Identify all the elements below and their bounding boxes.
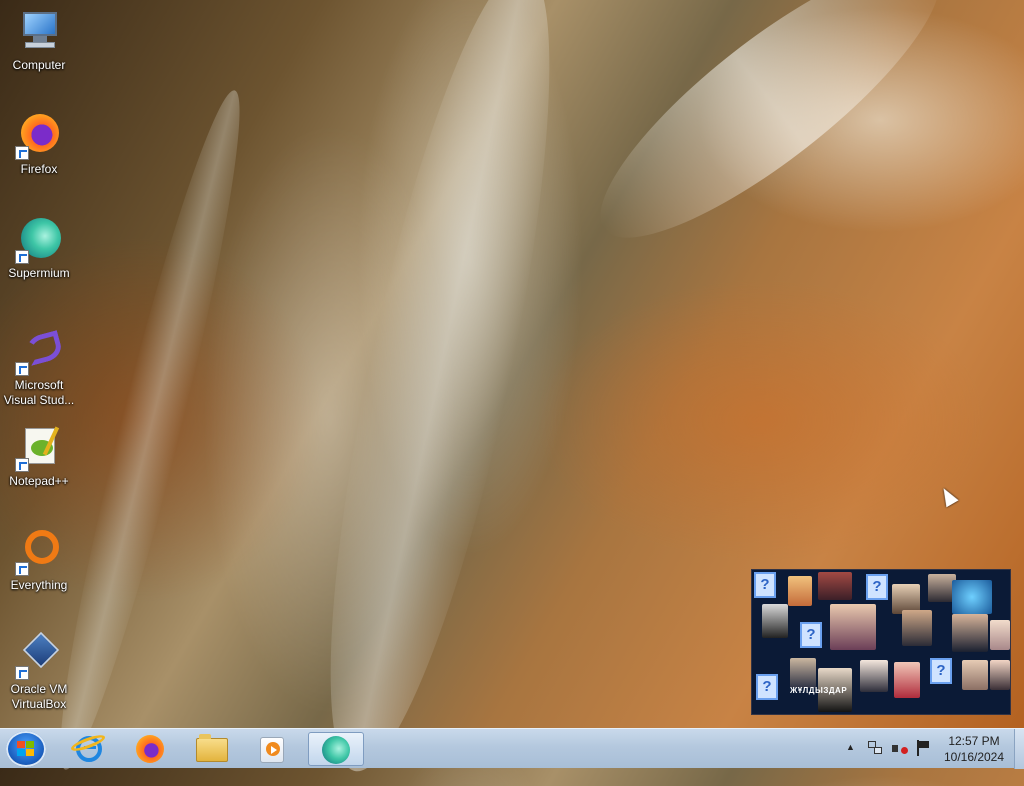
shortcut-arrow-icon <box>15 250 29 264</box>
desktop-icon-firefox[interactable]: Firefox <box>3 112 75 177</box>
missing-image-icon: ? <box>866 574 888 600</box>
preview-photo <box>990 620 1010 650</box>
desktop-icon-computer[interactable]: Computer <box>3 8 75 73</box>
everything-icon <box>15 528 63 576</box>
desktop-icon-notepadpp[interactable]: Notepad++ <box>3 424 75 489</box>
window-thumbnail-preview[interactable]: ? ? ? ? ? ЖҰЛДЫЗДАР <box>751 569 1011 715</box>
volume-muted-icon[interactable] <box>892 741 908 757</box>
preview-photo <box>790 658 816 688</box>
desktop-icon-virtualbox[interactable]: Oracle VM VirtualBox <box>3 631 75 712</box>
desktop-icon-label: Computer <box>12 58 66 72</box>
shortcut-arrow-icon <box>15 362 29 376</box>
taskbar-supermium[interactable] <box>308 732 364 766</box>
taskbar: ▲ 12:57 PM 10/16/2024 <box>0 728 1024 769</box>
taskbar-file-explorer[interactable] <box>186 732 238 766</box>
desktop-icon-everything[interactable]: Everything <box>3 528 75 593</box>
preview-photo <box>830 604 876 650</box>
desktop-icon-label: Everything <box>10 578 68 592</box>
preview-photo <box>860 660 888 692</box>
desktop-icon-label: Oracle VM VirtualBox <box>10 682 68 711</box>
show-hidden-icons-button[interactable]: ▲ <box>846 742 855 752</box>
folder-icon <box>196 734 228 762</box>
missing-image-icon: ? <box>756 674 778 700</box>
shortcut-arrow-icon <box>15 562 29 576</box>
clock-time: 12:57 PM <box>948 734 1000 748</box>
taskbar-media-player[interactable] <box>246 732 298 766</box>
desktop-icon-label: Supermium <box>8 266 70 280</box>
supermium-icon <box>322 736 350 764</box>
shortcut-arrow-icon <box>15 666 29 680</box>
action-center-flag-icon[interactable] <box>916 740 930 756</box>
visual-studio-icon <box>15 328 65 376</box>
desktop[interactable]: Computer Firefox Supermium Microsoft Vis… <box>0 0 1024 728</box>
desktop-icon-label: Notepad++ <box>9 474 69 488</box>
media-player-icon <box>260 737 284 763</box>
desktop-icon-supermium[interactable]: Supermium <box>3 216 75 281</box>
preview-photo <box>962 660 988 690</box>
preview-photo <box>902 610 932 646</box>
firefox-icon <box>136 735 164 763</box>
desktop-icon-visual-studio[interactable]: Microsoft Visual Stud... <box>3 328 75 408</box>
preview-photo <box>762 604 788 638</box>
system-tray: ▲ <box>840 729 940 769</box>
desktop-icon-label: Microsoft Visual Stud... <box>3 378 75 407</box>
taskbar-firefox[interactable] <box>124 732 176 766</box>
preview-caption: ЖҰЛДЫЗДАР <box>790 686 848 695</box>
preview-photo <box>952 614 988 652</box>
clock[interactable]: 12:57 PM 10/16/2024 <box>940 733 1008 765</box>
start-button[interactable] <box>6 731 46 767</box>
preview-photo <box>952 580 992 614</box>
virtualbox-icon <box>15 631 63 680</box>
firefox-icon <box>15 112 63 160</box>
windows-logo-icon <box>17 741 35 757</box>
desktop-icon-label: Firefox <box>20 162 58 176</box>
missing-image-icon: ? <box>930 658 952 684</box>
taskbar-internet-explorer[interactable] <box>64 732 116 766</box>
show-desktop-button[interactable] <box>1014 729 1024 769</box>
mouse-cursor-icon <box>937 484 959 508</box>
clock-date: 10/16/2024 <box>943 750 1005 764</box>
preview-photo <box>894 662 920 698</box>
supermium-icon <box>15 216 63 264</box>
computer-icon <box>15 8 63 56</box>
missing-image-icon: ? <box>800 622 822 648</box>
notepadpp-icon <box>15 424 63 472</box>
preview-photo <box>818 572 852 600</box>
shortcut-arrow-icon <box>15 458 29 472</box>
network-icon[interactable] <box>868 741 882 755</box>
missing-image-icon: ? <box>754 572 776 598</box>
preview-photo <box>788 576 812 606</box>
preview-photo <box>990 660 1010 690</box>
shortcut-arrow-icon <box>15 146 29 160</box>
